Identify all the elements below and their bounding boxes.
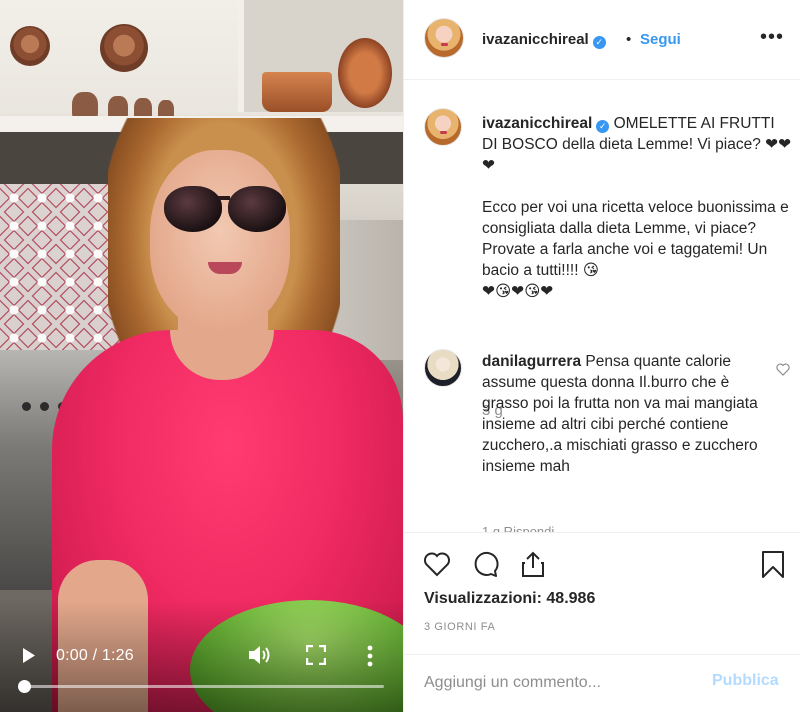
video-player[interactable]: 0:00 / 1:26 bbox=[0, 0, 403, 712]
stove-knob bbox=[22, 402, 31, 411]
fullscreen-icon[interactable] bbox=[306, 645, 326, 665]
comment-text: Pensa quante calorie assume questa donna… bbox=[482, 353, 758, 475]
caption-line-3: ❤😘❤😘❤ bbox=[482, 283, 554, 300]
caption-username[interactable]: ivazanicchireal bbox=[482, 115, 592, 132]
post-caption: ivazanicchireal ✓ OMELETTE AI FRUTTI DI B… bbox=[482, 113, 792, 323]
post-date[interactable]: 3 GIORNI FA bbox=[424, 621, 495, 633]
view-count[interactable]: Visualizzazioni: 48.986 bbox=[424, 590, 595, 608]
person-face bbox=[150, 150, 290, 330]
verified-badge-icon: ✓ bbox=[596, 120, 610, 133]
author-username[interactable]: ivazanicchireal ✓ bbox=[482, 31, 606, 49]
seek-bar[interactable] bbox=[24, 685, 384, 688]
comment-item: danilagurrera Pensa quante calorie assum… bbox=[482, 351, 772, 477]
caption-author-avatar[interactable] bbox=[424, 108, 462, 146]
author-username-text[interactable]: ivazanicchireal bbox=[482, 31, 589, 48]
comment-heart-icon[interactable] bbox=[776, 363, 790, 376]
more-horizontal-icon[interactable]: ••• bbox=[760, 26, 784, 49]
comment-bubble-icon[interactable] bbox=[470, 549, 500, 579]
video-time: 0:00 / 1:26 bbox=[56, 647, 134, 664]
view-count-label: Visualizzazioni: bbox=[424, 590, 542, 607]
sunglasses-lens-right bbox=[228, 186, 286, 232]
seek-handle[interactable] bbox=[18, 680, 31, 693]
commenter-avatar[interactable] bbox=[424, 349, 462, 387]
sunglasses-lens-left bbox=[164, 186, 222, 232]
heart-outline-icon[interactable] bbox=[422, 549, 452, 579]
add-comment-bar: Pubblica bbox=[404, 654, 800, 712]
comments-section[interactable]: ivazanicchireal ✓ OMELETTE AI FRUTTI DI B… bbox=[404, 80, 800, 532]
wall-plate bbox=[10, 26, 50, 66]
verified-badge-icon: ✓ bbox=[592, 36, 606, 49]
comment-meta: 1 g Rispondi bbox=[482, 524, 555, 532]
post-actions: Visualizzazioni: 48.986 3 GIORNI FA bbox=[404, 532, 800, 654]
comment-username[interactable]: danilagurrera bbox=[482, 353, 581, 370]
publish-button[interactable]: Pubblica bbox=[712, 672, 779, 690]
copper-pot bbox=[262, 72, 332, 112]
more-vertical-icon[interactable] bbox=[366, 645, 374, 667]
sunglasses-bridge bbox=[218, 196, 230, 200]
wall-plate bbox=[100, 24, 148, 72]
post-header: ivazanicchireal ✓ • Segui ••• bbox=[404, 0, 800, 80]
follow-button[interactable]: Segui bbox=[640, 31, 681, 48]
view-count-value: 48.986 bbox=[546, 590, 596, 607]
volume-icon[interactable] bbox=[248, 644, 272, 666]
comment-input[interactable] bbox=[424, 669, 704, 697]
author-avatar[interactable] bbox=[424, 18, 464, 58]
bookmark-icon[interactable] bbox=[758, 549, 788, 579]
copper-pan bbox=[338, 38, 392, 108]
play-icon[interactable] bbox=[22, 647, 36, 664]
post-panel: ivazanicchireal ✓ • Segui ••• ivazanicchi… bbox=[403, 0, 800, 712]
stove-knob bbox=[40, 402, 49, 411]
caption-line-2: Ecco per voi una ricetta veloce buonissi… bbox=[482, 199, 789, 279]
separator-dot: • bbox=[626, 31, 632, 48]
share-upload-icon[interactable] bbox=[518, 549, 548, 579]
